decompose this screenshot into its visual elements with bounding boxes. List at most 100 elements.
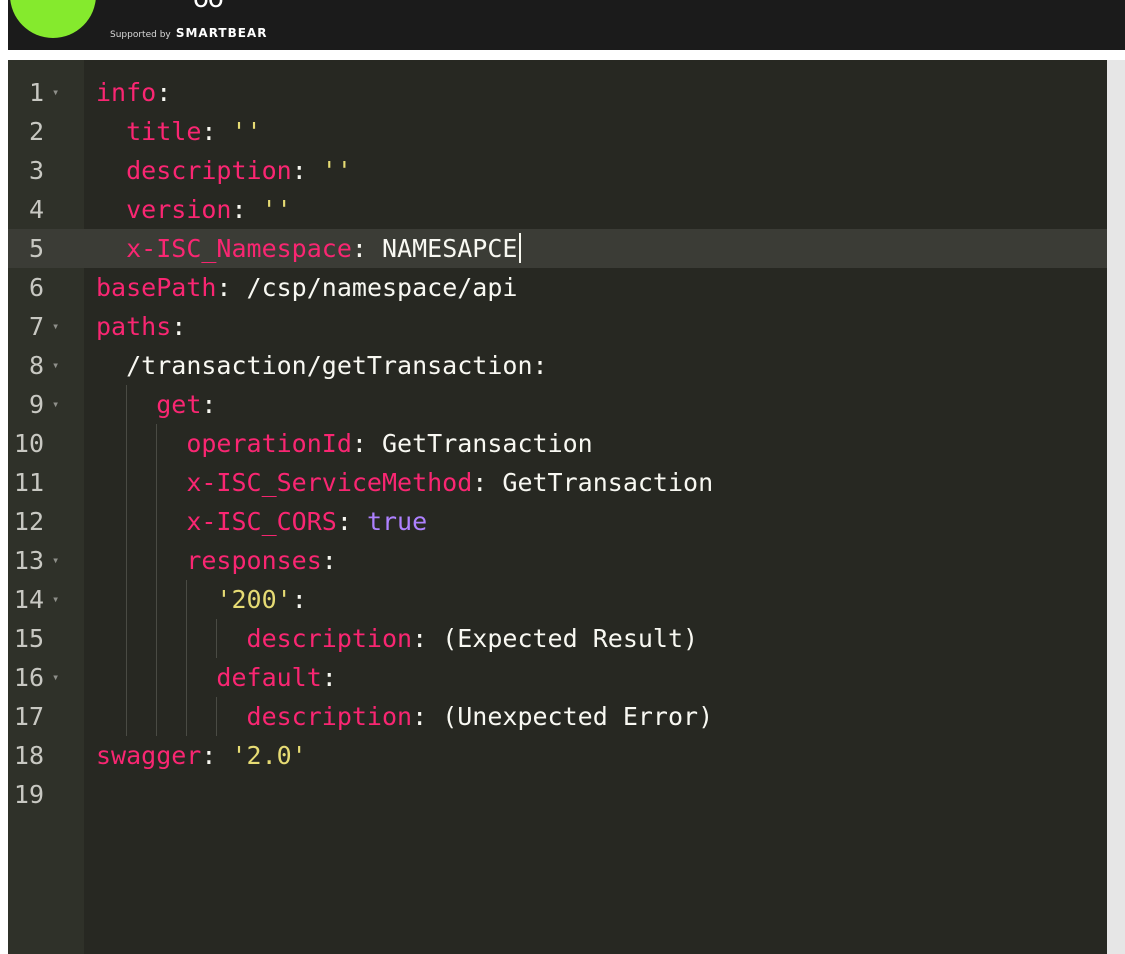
line-number: 11 [13, 468, 44, 497]
code-token: : [171, 312, 187, 341]
fold-arrow-icon[interactable]: ▾ [52, 73, 68, 112]
code-token: : [216, 273, 247, 302]
code-token: : [201, 741, 232, 770]
code-token: : [156, 78, 172, 107]
code-token: NAMESAPCE [382, 234, 518, 263]
code-token: : [291, 585, 307, 614]
code-text: basePath: /csp/namespace/api [96, 268, 517, 307]
yaml-editor[interactable]: 1 ▾ info: 2 title: '' 3 description: '' 4 ver… [8, 60, 1125, 954]
code-token: operationId [186, 429, 352, 458]
line-number: 4 [28, 195, 44, 224]
code-text: default: [96, 658, 337, 697]
code-line[interactable]: 4 version: '' [8, 190, 1107, 229]
code-token: x-ISC_CORS [186, 507, 337, 536]
line-number: 6 [28, 273, 44, 302]
line-number: 13 [13, 546, 44, 575]
line-number: 9 [28, 390, 44, 419]
code-line[interactable]: 15 description: (Expected Result) [8, 619, 1107, 658]
fold-arrow-icon[interactable]: ▾ [52, 658, 68, 697]
code-token: : [321, 663, 337, 692]
code-line[interactable]: 19 [8, 775, 1107, 814]
code-token: (Expected Result) [442, 624, 699, 653]
code-token: version [126, 195, 232, 224]
code-line[interactable]: 10 operationId: GetTransaction [8, 424, 1107, 463]
code-line[interactable]: 2 title: '' [8, 112, 1107, 151]
code-token: swagger [96, 741, 202, 770]
code-text: description: (Unexpected Error) [96, 697, 714, 736]
code-token: : [201, 390, 217, 419]
code-token: description [246, 702, 413, 731]
code-line[interactable]: 16 ▾ default: [8, 658, 1107, 697]
code-line[interactable]: 12 x-ISC_CORS: true [8, 502, 1107, 541]
code-token: : [336, 507, 367, 536]
code-line[interactable]: 13 ▾ responses: [8, 541, 1107, 580]
code-token: : [201, 117, 232, 146]
code-token: '2.0' [231, 741, 307, 770]
code-line[interactable]: 8 ▾ /transaction/getTransaction: [8, 346, 1107, 385]
code-line[interactable]: 18 swagger: '2.0' [8, 736, 1107, 775]
code-text: operationId: GetTransaction [96, 424, 592, 463]
code-token: '' [321, 156, 352, 185]
code-line[interactable]: 1 ▾ info: [8, 73, 1107, 112]
code-token: '' [231, 117, 262, 146]
smartbear-brand: SMARTBEAR [175, 26, 268, 40]
code-line[interactable]: 3 description: '' [8, 151, 1107, 190]
code-text: get: [96, 385, 216, 424]
code-line[interactable]: 7 ▾ paths: [8, 307, 1107, 346]
line-number: 16 [13, 663, 44, 692]
code-token: : [231, 195, 262, 224]
code-line[interactable]: 9 ▾ get: [8, 385, 1107, 424]
supported-by: Supported by SMARTBEAR [110, 22, 267, 41]
fold-arrow-icon[interactable]: ▾ [52, 580, 68, 619]
code-line[interactable]: 6 basePath: /csp/namespace/api [8, 268, 1107, 307]
line-number: 10 [13, 429, 44, 458]
code-text: x-ISC_ServiceMethod: GetTransaction [96, 463, 713, 502]
line-number: 5 [28, 234, 44, 263]
code-line[interactable]: 11 x-ISC_ServiceMethod: GetTransaction [8, 463, 1107, 502]
text-cursor [519, 233, 522, 263]
code-token: : [532, 351, 548, 380]
code-text: paths: [96, 307, 186, 346]
code-text: '200': [96, 580, 307, 619]
code-line[interactable]: 14 ▾ '200': [8, 580, 1107, 619]
code-token: : [351, 234, 382, 263]
code-token: : [472, 468, 503, 497]
code-token: paths [96, 312, 172, 341]
line-number: 15 [13, 624, 44, 653]
code-token: default [216, 663, 322, 692]
code-line[interactable]: 17 description: (Unexpected Error) [8, 697, 1107, 736]
line-number: 2 [28, 117, 44, 146]
line-number: 17 [13, 702, 44, 731]
code-token: description [246, 624, 413, 653]
code-line[interactable]: 5 x-ISC_Namespace: NAMESAPCE [8, 229, 1107, 268]
logo-mark-icon: ᴗᴗ [193, 0, 245, 12]
code-text: swagger: '2.0' [96, 736, 307, 775]
fold-arrow-icon[interactable]: ▾ [52, 541, 68, 580]
line-number: 1 [28, 78, 44, 107]
code-text: description: '' [96, 151, 352, 190]
line-number: 12 [13, 507, 44, 536]
code-token: info [96, 78, 157, 107]
top-bar: ᴗᴗ Supported by SMARTBEAR [8, 0, 1125, 50]
swagger-logo-icon[interactable] [10, 0, 96, 38]
fold-arrow-icon[interactable]: ▾ [52, 307, 68, 346]
vertical-scrollbar[interactable] [1107, 60, 1125, 954]
indent-guide [126, 385, 128, 736]
code-token: : [412, 624, 443, 653]
code-text: responses: [96, 541, 337, 580]
fold-arrow-icon[interactable]: ▾ [52, 385, 68, 424]
code-token: : [412, 702, 443, 731]
code-text: info: [96, 73, 171, 112]
line-number: 8 [28, 351, 44, 380]
fold-arrow-icon[interactable]: ▾ [52, 346, 68, 385]
